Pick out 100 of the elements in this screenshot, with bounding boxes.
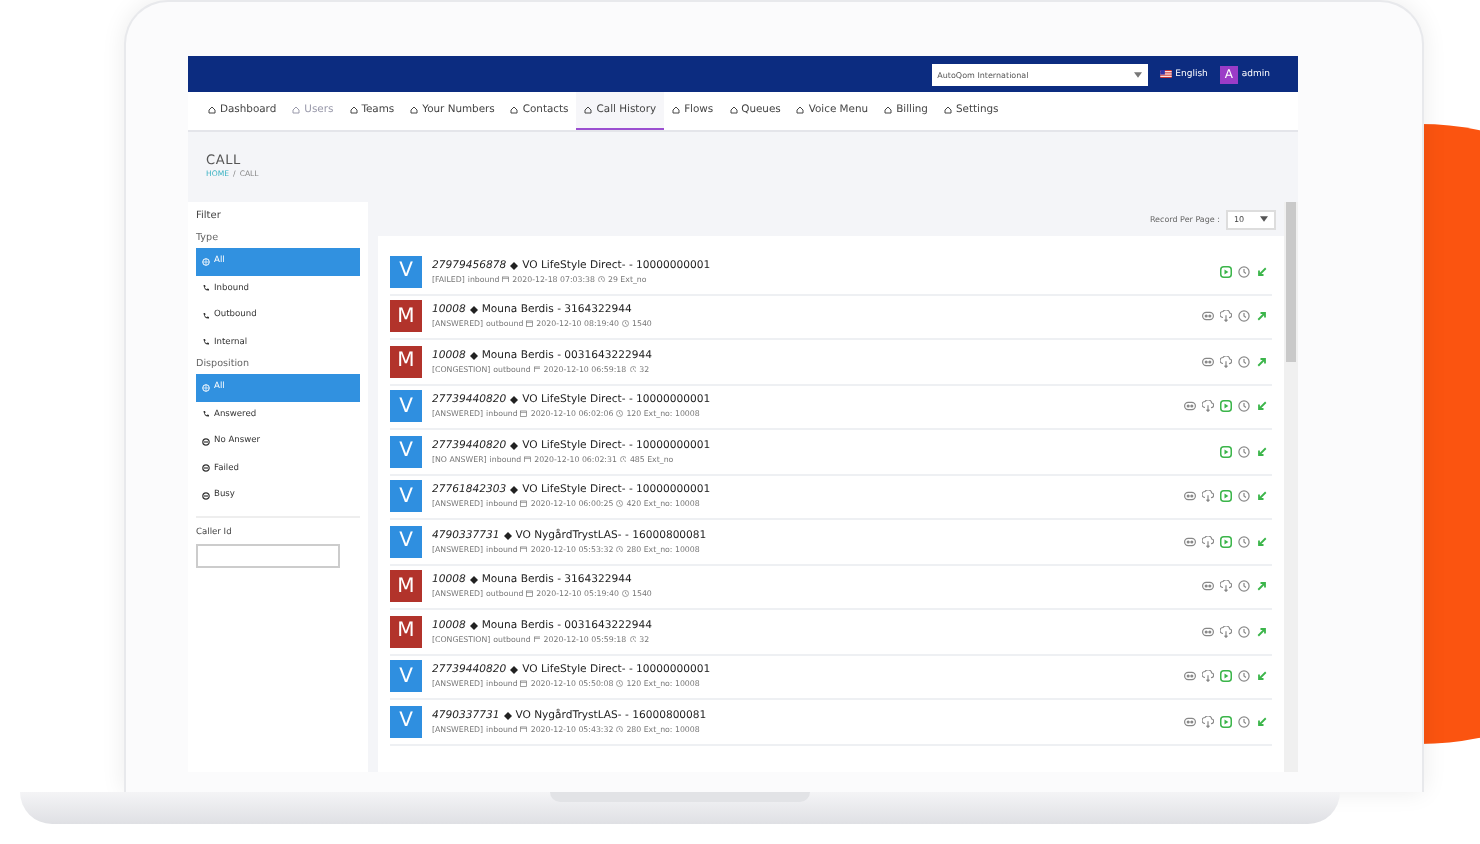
recording-icon[interactable] — [1202, 580, 1214, 593]
calendar-icon — [526, 590, 534, 597]
clock-icon[interactable] — [1238, 535, 1250, 548]
download-icon[interactable] — [1220, 310, 1232, 323]
diamond-icon — [469, 621, 478, 630]
caller-avatar: M — [390, 345, 422, 378]
phone-icon — [202, 311, 210, 320]
play-icon[interactable] — [1220, 715, 1232, 728]
calendar-icon — [520, 680, 528, 687]
clock-icon — [616, 680, 624, 687]
recording-icon[interactable] — [1184, 715, 1196, 728]
clock-icon — [622, 320, 629, 327]
clock-icon[interactable] — [1238, 715, 1250, 728]
house-icon — [349, 106, 358, 114]
diamond-icon — [510, 441, 519, 450]
flag-icon — [1159, 70, 1172, 78]
caller-avatar: M — [390, 570, 422, 603]
download-icon[interactable] — [1202, 670, 1214, 683]
diamond-icon — [469, 576, 478, 585]
download-icon[interactable] — [1202, 715, 1214, 728]
clock-icon — [616, 545, 624, 552]
clock-icon[interactable] — [1238, 445, 1250, 458]
clock-icon[interactable] — [1238, 670, 1250, 683]
house-icon — [884, 106, 893, 114]
caller-avatar: V — [390, 660, 422, 693]
clock-icon — [616, 725, 624, 732]
calendar-icon — [533, 365, 541, 372]
house-icon — [943, 106, 952, 114]
clock-icon[interactable] — [1238, 400, 1250, 413]
clock-icon[interactable] — [1238, 265, 1250, 278]
calendar-icon — [520, 410, 528, 417]
download-icon[interactable] — [1202, 535, 1214, 548]
phone-icon — [202, 338, 210, 347]
scrollbar[interactable] — [1284, 202, 1298, 772]
scrollbar-thumb[interactable] — [1286, 202, 1296, 362]
recording-icon[interactable] — [1184, 535, 1196, 548]
calendar-icon — [502, 275, 510, 282]
house-icon — [208, 106, 216, 114]
clock-icon[interactable] — [1238, 310, 1250, 323]
play-icon[interactable] — [1220, 535, 1232, 548]
recording-icon[interactable] — [1202, 355, 1214, 368]
calendar-icon — [520, 500, 528, 507]
caller-avatar: M — [390, 300, 422, 333]
download-icon[interactable] — [1220, 625, 1232, 638]
caller-avatar: V — [390, 480, 422, 513]
house-icon — [510, 106, 519, 114]
clock-icon[interactable] — [1238, 490, 1250, 503]
globe-icon — [202, 257, 210, 266]
play-icon[interactable] — [1220, 400, 1232, 413]
download-icon[interactable] — [1202, 490, 1214, 503]
globe-icon — [202, 383, 210, 392]
caller-id-field[interactable] — [196, 543, 340, 567]
diamond-icon — [510, 261, 519, 270]
diamond-icon — [469, 351, 478, 360]
house-icon — [672, 106, 681, 114]
play-icon[interactable] — [1220, 265, 1232, 278]
play-icon[interactable] — [1220, 670, 1232, 683]
calendar-icon — [520, 545, 528, 552]
clock-icon[interactable] — [1238, 625, 1250, 638]
house-icon — [584, 106, 593, 114]
diamond-icon — [469, 306, 478, 315]
recording-icon[interactable] — [1184, 400, 1196, 413]
caller-avatar: V — [390, 255, 422, 288]
recording-icon[interactable] — [1184, 670, 1196, 683]
clock-icon[interactable] — [1238, 355, 1250, 368]
caller-avatar: V — [390, 390, 422, 423]
clock-icon — [616, 500, 624, 507]
caret-icon — [1260, 216, 1268, 222]
clock-icon — [616, 410, 624, 417]
play-icon[interactable] — [1220, 490, 1232, 503]
calendar-icon — [520, 725, 528, 732]
house-icon — [729, 106, 738, 114]
diamond-icon — [510, 396, 519, 405]
clock-icon — [619, 455, 627, 462]
phone-icon — [202, 284, 210, 293]
clock-icon[interactable] — [1238, 580, 1250, 593]
diamond-icon — [503, 531, 512, 540]
diamond-icon — [510, 666, 519, 675]
house-icon — [292, 106, 301, 114]
caller-avatar: M — [390, 615, 422, 648]
minus-circle-icon — [202, 464, 210, 473]
recording-icon[interactable] — [1184, 490, 1196, 503]
calendar-icon — [524, 455, 532, 462]
caller-avatar: V — [390, 705, 422, 738]
download-icon[interactable] — [1220, 580, 1232, 593]
house-icon — [796, 106, 805, 114]
caret-icon — [1133, 71, 1142, 77]
calendar-icon — [533, 635, 541, 642]
download-icon[interactable] — [1202, 400, 1214, 413]
recording-icon[interactable] — [1202, 310, 1214, 323]
diamond-icon — [510, 486, 519, 495]
minus-circle-icon — [202, 491, 210, 500]
diamond-icon — [503, 711, 512, 720]
house-icon — [410, 106, 419, 114]
play-icon[interactable] — [1220, 445, 1232, 458]
caller-avatar: V — [390, 525, 422, 558]
calendar-icon — [526, 320, 534, 327]
recording-icon[interactable] — [1202, 625, 1214, 638]
caller-avatar: V — [390, 435, 422, 468]
download-icon[interactable] — [1220, 355, 1232, 368]
